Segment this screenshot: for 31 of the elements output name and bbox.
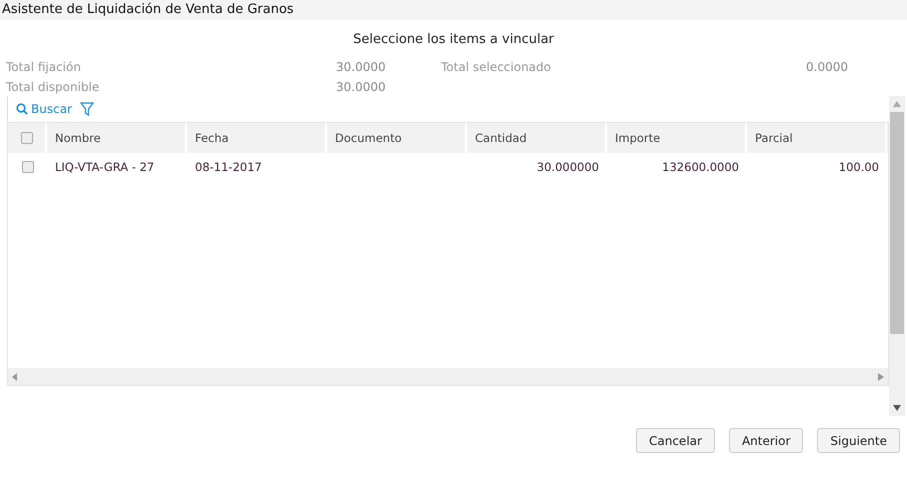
wizard-button[interactable]: Siguiente [817, 428, 900, 453]
wizard-button[interactable]: Anterior [728, 428, 804, 453]
search-icon [16, 103, 28, 115]
filter-icon[interactable] [80, 102, 94, 116]
column-header[interactable]: Cantidad [467, 123, 607, 153]
column-header[interactable]: Documento [327, 123, 467, 153]
scroll-left-arrow-icon[interactable] [12, 372, 18, 380]
table-cell-text: 100.00 [838, 159, 880, 176]
scroll-down-arrow-icon[interactable] [893, 405, 901, 411]
total-label: Total disponible [6, 80, 100, 94]
wizard-heading: Seleccione los items a vincular [352, 32, 555, 49]
column-header[interactable]: Fecha [187, 123, 327, 153]
wizard-button[interactable]: Cancelar [636, 428, 715, 453]
table-cell-text: LIQ-VTA-GRA - 27 [54, 159, 156, 176]
column-header[interactable]: Nombre [47, 123, 187, 153]
checkbox[interactable] [20, 132, 32, 144]
window-title: Asistente de Liquidación de Venta de Granos [0, 0, 907, 20]
total-label: Total seleccionado [441, 60, 552, 74]
checkbox[interactable] [22, 161, 34, 173]
scroll-right-arrow-icon[interactable] [878, 372, 884, 380]
total-value: 30.0000 [336, 80, 387, 94]
table-cell-text: 132600.0000 [661, 159, 740, 176]
total-value: 30.0000 [336, 60, 387, 74]
scrollbar-thumb[interactable] [890, 112, 904, 334]
total-label: Total fijación [6, 60, 82, 74]
scroll-up-arrow-icon[interactable] [893, 101, 901, 107]
table-cell-text: 30.000000 [536, 159, 600, 176]
table-cell-text: 08-11-2017 [194, 159, 263, 176]
column-header[interactable]: Importe [607, 123, 747, 153]
column-header[interactable]: Parcial [747, 123, 887, 153]
total-value: 0.0000 [806, 60, 849, 74]
